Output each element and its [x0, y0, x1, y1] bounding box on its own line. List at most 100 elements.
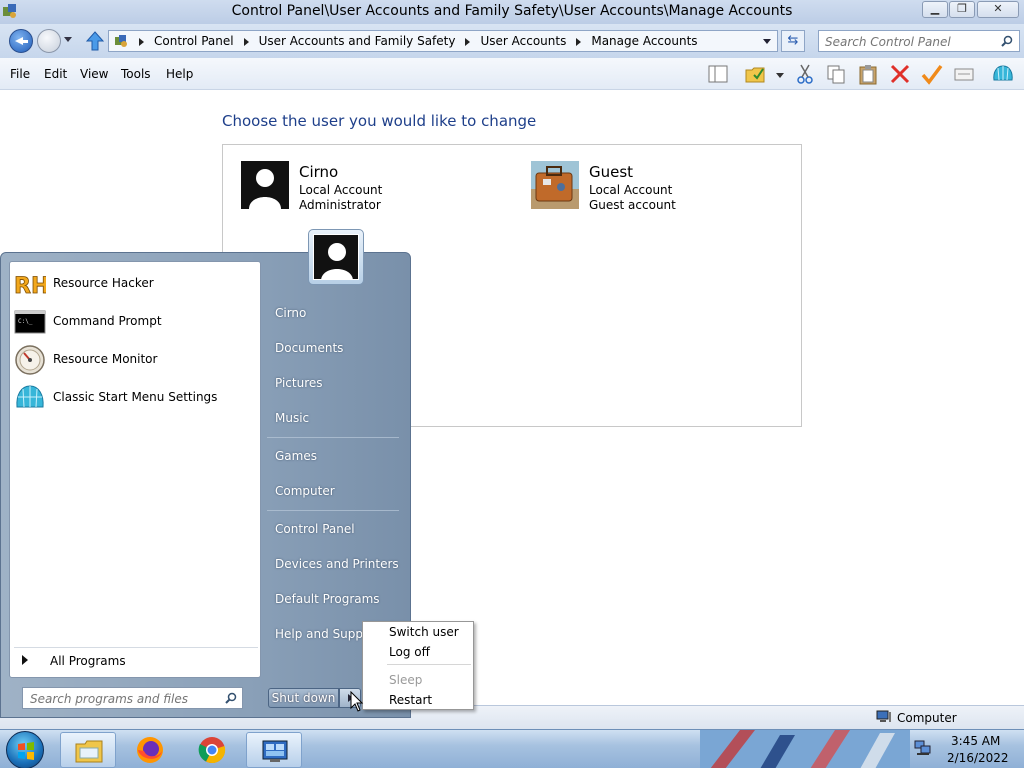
- layout-pane-icon[interactable]: [707, 63, 729, 85]
- breadcrumb-separator-icon[interactable]: [243, 37, 249, 46]
- up-arrow-icon[interactable]: [86, 31, 104, 51]
- back-button[interactable]: [9, 29, 33, 53]
- program-resource-monitor[interactable]: Resource Monitor: [14, 342, 258, 376]
- taskbar-explorer[interactable]: [60, 732, 116, 768]
- account-type: Local Account: [589, 183, 673, 197]
- breadcrumb-separator-icon[interactable]: [576, 37, 582, 46]
- power-options-menu: Switch user Log off Sleep Restart: [362, 621, 474, 710]
- menu-view[interactable]: View: [80, 67, 108, 81]
- start-search-box[interactable]: [22, 687, 243, 709]
- menu-item-switch-user[interactable]: Switch user: [389, 625, 459, 639]
- title-bar: Control Panel\User Accounts and Family S…: [0, 0, 1024, 24]
- account-tile-cirno[interactable]: Cirno Local Account Administrator: [241, 161, 501, 213]
- maximize-button[interactable]: ❐: [949, 1, 975, 18]
- account-role: Administrator: [299, 198, 381, 212]
- start-link-music[interactable]: Music: [275, 411, 309, 425]
- recent-pages-dropdown[interactable]: [64, 37, 72, 42]
- address-history-dropdown[interactable]: [763, 39, 771, 44]
- delete-icon[interactable]: [889, 63, 911, 85]
- program-command-prompt[interactable]: C:\_ Command Prompt: [14, 304, 258, 338]
- chrome-icon: [198, 737, 226, 764]
- shell-icon: [16, 385, 44, 408]
- breadcrumb-separator-icon[interactable]: [139, 37, 144, 46]
- search-icon[interactable]: [1001, 35, 1013, 47]
- menu-help[interactable]: Help: [166, 67, 193, 81]
- checkmark-icon[interactable]: [921, 63, 943, 85]
- chevron-right-icon: [22, 655, 28, 665]
- divider: [267, 437, 399, 438]
- control-panel-icon: [262, 740, 288, 762]
- start-menu-programs-pane: RH Resource Hacker C:\_ Command Prompt R…: [9, 261, 261, 678]
- forward-button[interactable]: [37, 29, 61, 53]
- start-link-cirno[interactable]: Cirno: [275, 306, 306, 320]
- breadcrumb: Control Panel User Accounts and Family Sa…: [137, 34, 706, 48]
- breadcrumb-control-panel[interactable]: Control Panel: [154, 34, 234, 48]
- copy-icon[interactable]: [825, 63, 847, 85]
- search-box[interactable]: [818, 30, 1020, 52]
- user-silhouette-icon: [321, 243, 353, 279]
- close-button[interactable]: ✕: [977, 1, 1019, 18]
- search-icon[interactable]: [225, 692, 237, 704]
- search-input[interactable]: [825, 33, 995, 51]
- start-search-input[interactable]: [30, 690, 220, 708]
- resource-monitor-icon: [15, 345, 45, 375]
- taskbar-chrome[interactable]: [184, 732, 240, 768]
- minimize-button[interactable]: ▁: [922, 1, 948, 18]
- menu-tools[interactable]: Tools: [121, 67, 151, 81]
- refresh-button[interactable]: ⇆: [781, 30, 805, 52]
- breadcrumb-user-accounts[interactable]: User Accounts: [480, 34, 566, 48]
- window-title: Control Panel\User Accounts and Family S…: [231, 3, 793, 19]
- network-icon[interactable]: [914, 740, 932, 756]
- start-link-default-programs[interactable]: Default Programs: [275, 592, 380, 606]
- menu-item-log-off[interactable]: Log off: [389, 645, 430, 659]
- menu-separator: [387, 664, 471, 665]
- address-bar[interactable]: Control Panel User Accounts and Family Sa…: [108, 30, 778, 52]
- properties-icon[interactable]: [953, 63, 975, 85]
- start-link-pictures[interactable]: Pictures: [275, 376, 323, 390]
- menu-edit[interactable]: Edit: [44, 67, 67, 81]
- shutdown-button[interactable]: Shut down: [268, 688, 339, 708]
- program-classic-start-menu-settings[interactable]: Classic Start Menu Settings: [14, 380, 258, 414]
- program-label: Classic Start Menu Settings: [53, 390, 218, 404]
- start-link-control-panel[interactable]: Control Panel: [275, 522, 355, 536]
- menu-file[interactable]: File: [10, 67, 30, 81]
- navigation-bar: Control Panel User Accounts and Family Sa…: [0, 24, 1024, 58]
- divider: [267, 510, 399, 511]
- wallpaper-fragment: [700, 730, 910, 768]
- windows-logo-icon: [18, 742, 34, 760]
- taskbar-firefox[interactable]: [122, 732, 178, 768]
- start-menu: RH Resource Hacker C:\_ Command Prompt R…: [0, 229, 411, 718]
- start-button[interactable]: [6, 731, 44, 768]
- breadcrumb-separator-icon[interactable]: [465, 37, 471, 46]
- clock-time[interactable]: 3:45 AM: [951, 734, 1000, 748]
- resource-hacker-icon: RH: [14, 274, 46, 300]
- page-title: Choose the user you would like to change: [222, 112, 537, 130]
- start-link-games[interactable]: Games: [275, 449, 317, 463]
- start-link-devices-and-printers[interactable]: Devices and Printers: [275, 557, 399, 571]
- start-link-computer[interactable]: Computer: [275, 484, 335, 498]
- folder-options-icon[interactable]: [744, 63, 766, 85]
- cut-icon[interactable]: [794, 63, 816, 85]
- shell-icon[interactable]: [992, 63, 1014, 85]
- program-resource-hacker[interactable]: RH Resource Hacker: [14, 266, 258, 300]
- program-label: Resource Monitor: [53, 352, 158, 366]
- paste-icon[interactable]: [857, 63, 879, 85]
- command-prompt-icon: C:\_: [14, 310, 46, 334]
- chevron-down-icon[interactable]: [776, 73, 784, 78]
- menu-item-restart[interactable]: Restart: [389, 693, 432, 707]
- breadcrumb-manage-accounts[interactable]: Manage Accounts: [591, 34, 697, 48]
- computer-icon: [876, 710, 891, 722]
- taskbar-control-panel[interactable]: [246, 732, 302, 768]
- account-tile-guest[interactable]: Guest Local Account Guest account: [531, 161, 791, 213]
- start-link-documents[interactable]: Documents: [275, 341, 343, 355]
- user-silhouette-icon: [241, 161, 289, 209]
- all-programs-button[interactable]: All Programs: [14, 647, 258, 671]
- breadcrumb-user-accounts-family-safety[interactable]: User Accounts and Family Safety: [259, 34, 456, 48]
- windows-explorer-icon: [75, 740, 103, 763]
- account-name: Cirno: [299, 163, 339, 181]
- clock-date[interactable]: 2/16/2022: [947, 751, 1009, 765]
- user-picture[interactable]: [308, 229, 364, 285]
- all-programs-label: All Programs: [50, 654, 126, 668]
- svg-text:RH: RH: [14, 274, 46, 299]
- control-panel-icon: [115, 35, 127, 47]
